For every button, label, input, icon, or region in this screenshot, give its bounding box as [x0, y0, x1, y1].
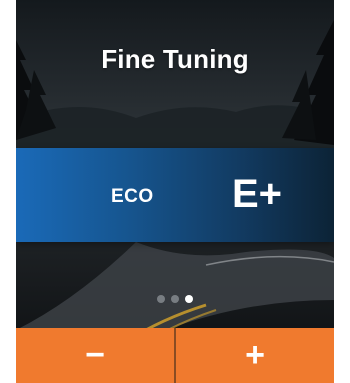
device-screen: Fine Tuning ECO E+ − +	[16, 0, 334, 383]
plus-icon: +	[245, 336, 265, 374]
page-dot-1	[157, 295, 165, 303]
decrease-button[interactable]: −	[16, 328, 174, 383]
mode-option-eco[interactable]: ECO	[111, 186, 154, 208]
page-dot-3-active	[185, 295, 193, 303]
mode-option-current[interactable]: E+	[232, 172, 282, 216]
page-title: Fine Tuning	[101, 44, 249, 74]
tuning-controls: − +	[16, 328, 334, 383]
mode-selector-band[interactable]	[16, 148, 334, 242]
page-indicator	[16, 295, 334, 305]
minus-icon: −	[85, 336, 105, 374]
increase-button[interactable]: +	[176, 328, 334, 383]
page-dot-2	[171, 295, 179, 303]
